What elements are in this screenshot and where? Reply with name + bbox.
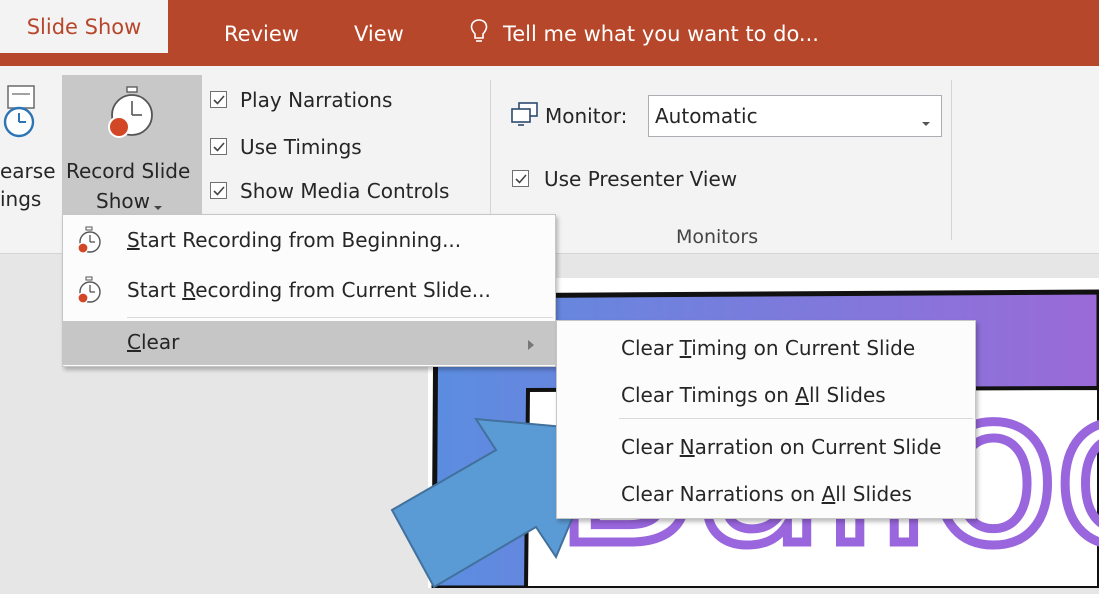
record-slide-show-button[interactable]: Record Slide Show [62,75,202,215]
submenu-item-clear-narrations-all[interactable]: Clear Narrations on All Slides [621,482,912,506]
monitor-dropdown[interactable]: Automatic [648,95,942,137]
menu-separator [127,317,553,318]
play-narrations-checkbox[interactable] [210,91,227,108]
monitor-icon [510,101,540,133]
clear-submenu: Clear Timing on Current Slide Clear Timi… [556,320,976,519]
rehearse-timings-icon[interactable] [0,84,40,148]
ribbon-tab-bar: Slide Show Review View Tell me what you … [0,0,1099,66]
menu-item-clear[interactable]: Clear [63,321,555,365]
submenu-item-clear-narration-current[interactable]: Clear Narration on Current Slide [621,435,941,459]
menu-item-label: Start Recording from Beginning... [127,228,462,252]
group-separator [951,80,952,240]
rehearse-label-1: earse [0,159,56,183]
lightbulb-icon [470,18,488,50]
menu-item-label: Start Recording from Current Slide... [127,278,491,302]
submenu-separator [619,418,973,419]
play-narrations-label: Play Narrations [240,88,393,112]
tab-view[interactable]: View [354,22,404,46]
use-timings-checkbox[interactable] [210,138,227,155]
monitor-label: Monitor: [545,104,628,128]
tab-review[interactable]: Review [224,22,299,46]
tell-me-search[interactable]: Tell me what you want to do... [503,22,819,46]
record-label-2: Show [96,189,150,213]
dropdown-arrow-icon [921,113,931,132]
menu-item-label: Clear [127,330,180,354]
stopwatch-icon [75,276,103,310]
rehearse-label-2: ings [0,187,42,211]
monitors-group-label: Monitors [676,226,759,248]
use-presenter-view-checkbox[interactable] [512,170,529,187]
menu-item-start-from-beginning[interactable]: Start Recording from Beginning... [63,219,555,263]
record-label-1: Record Slide [66,159,191,183]
show-media-controls-label: Show Media Controls [240,179,450,203]
chevron-right-icon [527,336,535,355]
record-slide-show-menu: Start Recording from Beginning... Start … [62,214,556,367]
submenu-item-clear-timings-all[interactable]: Clear Timings on All Slides [621,383,886,407]
menu-item-start-from-current[interactable]: Start Recording from Current Slide... [63,269,555,313]
stopwatch-icon [102,85,162,149]
submenu-item-clear-timing-current[interactable]: Clear Timing on Current Slide [621,336,915,360]
tab-slide-show[interactable]: Slide Show [0,0,168,53]
use-presenter-view-label: Use Presenter View [544,167,738,191]
stopwatch-icon [75,226,103,260]
monitor-value: Automatic [655,104,758,128]
show-media-controls-checkbox[interactable] [210,182,227,199]
use-timings-label: Use Timings [240,135,362,159]
